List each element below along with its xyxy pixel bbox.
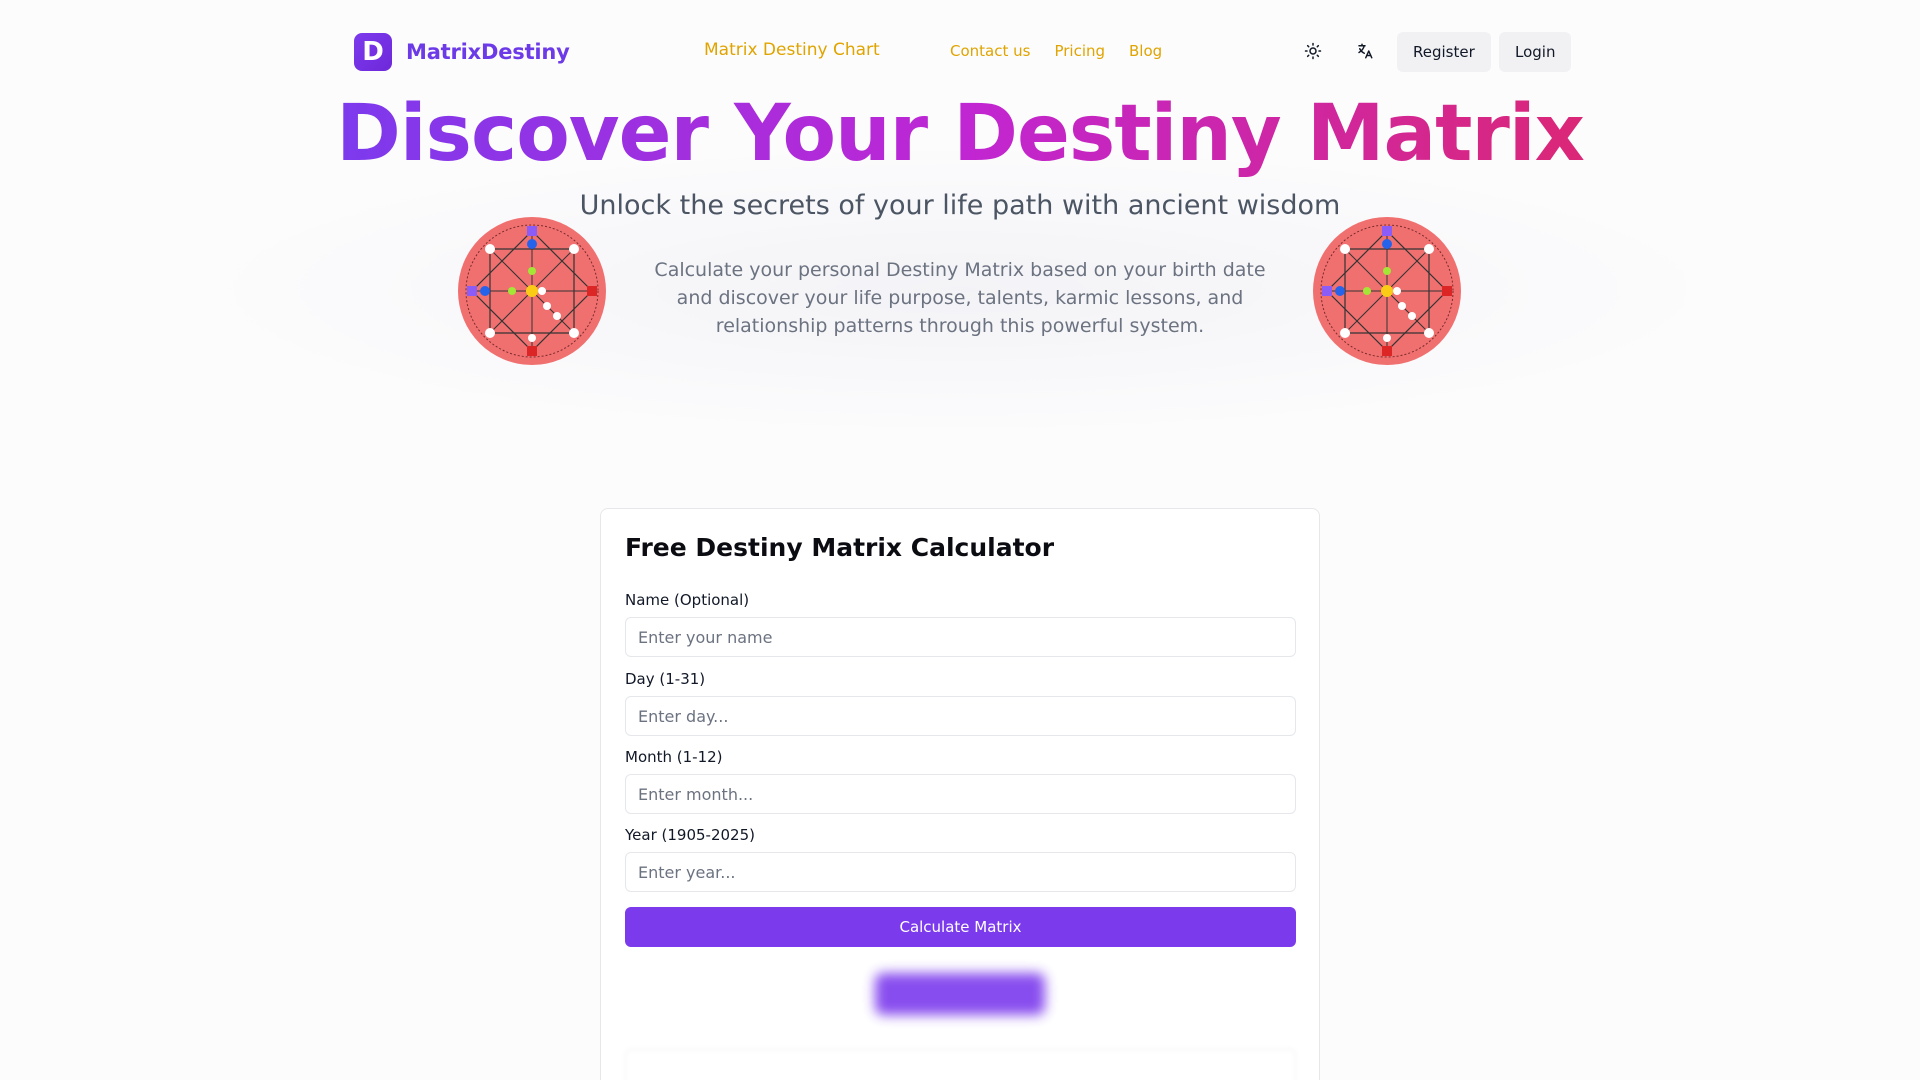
- language-button[interactable]: [1351, 37, 1379, 65]
- nav-links: Contact us Pricing Blog: [950, 42, 1162, 60]
- sun-icon: [1304, 42, 1322, 60]
- nav-matrix-destiny-chart[interactable]: Matrix Destiny Chart: [704, 40, 880, 60]
- day-label: Day (1-31): [625, 670, 706, 688]
- calculator-card: Free Destiny Matrix Calculator Name (Opt…: [600, 508, 1320, 1080]
- blurred-button: [875, 973, 1045, 1015]
- matrix-chart-illustration-left: [458, 217, 606, 365]
- year-input[interactable]: [625, 852, 1296, 892]
- hero-subtitle: Unlock the secrets of your life path wit…: [579, 190, 1341, 221]
- brand-link[interactable]: D MatrixDestiny: [354, 33, 570, 71]
- blurred-content-box: [625, 1049, 1296, 1080]
- year-label: Year (1905-2025): [625, 826, 755, 844]
- calculate-matrix-button[interactable]: Calculate Matrix: [625, 907, 1296, 947]
- month-label: Month (1-12): [625, 748, 723, 766]
- matrix-chart-illustration-right: [1313, 217, 1461, 365]
- login-button[interactable]: Login: [1499, 32, 1572, 72]
- calculator-title: Free Destiny Matrix Calculator: [625, 533, 1055, 562]
- hero-title-text: Discover Your Destiny Matrix: [336, 89, 1585, 179]
- translate-icon: [1358, 43, 1373, 59]
- hero-title: Discover Your Destiny Matrix: [0, 84, 1920, 184]
- nav-pricing[interactable]: Pricing: [1054, 42, 1105, 60]
- brand-logo: D: [354, 33, 392, 71]
- theme-toggle-button[interactable]: [1299, 37, 1327, 65]
- nav-blog[interactable]: Blog: [1129, 42, 1162, 60]
- nav-contact-us[interactable]: Contact us: [950, 42, 1030, 60]
- month-input[interactable]: [625, 774, 1296, 814]
- day-input[interactable]: [625, 696, 1296, 736]
- name-label: Name (Optional): [625, 591, 750, 609]
- register-button[interactable]: Register: [1397, 32, 1491, 72]
- brand-name: MatrixDestiny: [406, 40, 570, 64]
- name-input[interactable]: [625, 617, 1296, 657]
- hero-description: Calculate your personal Destiny Matrix b…: [654, 259, 1266, 337]
